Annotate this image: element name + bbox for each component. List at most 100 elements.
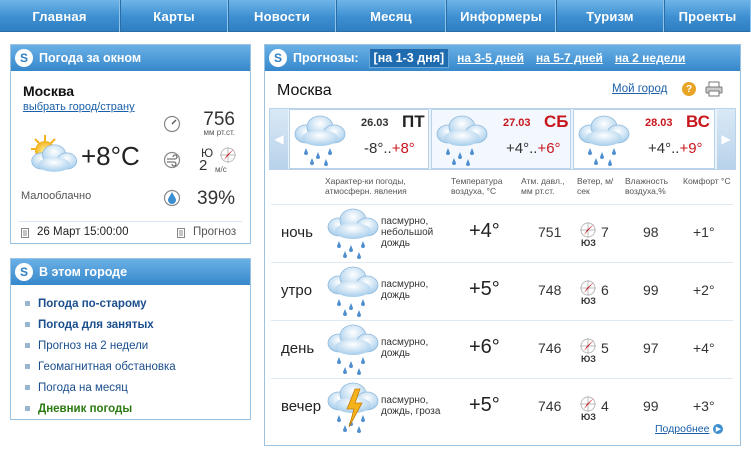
wind-direction-icon <box>579 279 597 297</box>
more-details[interactable]: Подробнее ▶ <box>655 423 724 435</box>
row-comfort: +4° <box>693 340 715 356</box>
city-links-list: Погода по-старому Погода для занятых Про… <box>11 285 250 419</box>
row-temperature: +5° <box>469 278 500 300</box>
header-pressure: Атм. давл., мм рт.ст. <box>521 176 565 196</box>
row-humidity: 99 <box>643 398 659 414</box>
city-info-title: В этом городе <box>39 265 128 279</box>
row-wind-speed: 4 <box>601 398 609 414</box>
nav-month[interactable]: Месяц <box>336 0 446 32</box>
carousel-prev-button[interactable]: ◀ <box>270 109 288 169</box>
day-temp-high: +9° <box>679 140 703 157</box>
day-temp-range: +4°..+6° <box>506 140 561 157</box>
day-temp-high: +6° <box>537 140 561 157</box>
day-temp-range: -8°..+8° <box>364 140 415 157</box>
current-city: Москва <box>23 83 75 99</box>
row-wind-direction: ЮЗ <box>581 238 596 248</box>
header-comfort: Комфорт °С <box>683 176 731 186</box>
wind-unit: м/с <box>215 165 227 174</box>
current-weather-header: S Погода за окном <box>11 45 250 71</box>
city-link-geomagnetic[interactable]: Геомагнитная обстановка <box>25 356 250 377</box>
forecast-tabs: [на 1-3 дня] на 3-5 дней на 5-7 дней на … <box>368 48 698 68</box>
nav-informers[interactable]: Информеры <box>446 0 556 32</box>
day-temp-low: +4° <box>506 140 530 157</box>
bullet-icon <box>25 301 30 306</box>
row-period: ночь <box>281 224 313 241</box>
city-info-header: S В этом городе <box>11 259 250 285</box>
logo-badge-icon: S <box>15 263 33 281</box>
current-description: Малооблачно <box>21 190 92 202</box>
rain-cloud-icon <box>436 115 488 166</box>
row-period: вечер <box>281 398 322 415</box>
bullet-icon <box>25 385 30 390</box>
row-temperature: +6° <box>469 336 500 358</box>
tab-2-weeks[interactable]: на 2 недели <box>615 51 685 65</box>
top-navigation: Главная Карты Новости Месяц Информеры Ту… <box>0 0 751 32</box>
rain-cloud-icon <box>327 266 379 317</box>
row-period: утро <box>281 282 313 299</box>
forecast-link[interactable]: Прогноз <box>193 226 236 238</box>
forecast-row-morning: утро пасмурно, дождь +5° 748 ЮЗ 6 99 +2° <box>271 262 733 318</box>
row-comfort: +2° <box>693 282 715 298</box>
city-link-label: Погода по-старому <box>38 297 147 310</box>
day-card-3[interactable]: 28.03 ВС +4°..+9° <box>573 109 715 169</box>
current-weather-panel: S Погода за окном Москва выбрать город/с… <box>10 44 251 244</box>
row-conditions: пасмурно, небольшой дождь <box>381 216 434 249</box>
document-icon <box>177 228 185 238</box>
city-link-diary[interactable]: Дневник погоды <box>25 398 250 419</box>
city-link-two-weeks[interactable]: Прогноз на 2 недели <box>25 335 250 356</box>
city-link-month[interactable]: Погода на месяц <box>25 377 250 398</box>
bullet-icon <box>25 406 30 411</box>
nav-news[interactable]: Новости <box>228 0 336 32</box>
day-date: 26.03 <box>361 117 389 129</box>
day-date: 27.03 <box>503 117 531 129</box>
tab-3-5-days[interactable]: на 3-5 дней <box>457 51 524 65</box>
day-card-2[interactable]: 27.03 СБ +4°..+6° <box>431 109 571 169</box>
header-humidity: Влажность воздуха,% <box>625 176 669 196</box>
help-icon[interactable]: ? <box>682 82 696 96</box>
forecast-title: Прогнозы: <box>293 51 359 65</box>
wind-direction-icon <box>579 337 597 355</box>
carousel-next-button[interactable]: ▶ <box>717 109 735 169</box>
city-link-label: Прогноз на 2 недели <box>38 339 149 352</box>
city-link-label: Дневник погоды <box>38 402 133 415</box>
row-humidity: 99 <box>643 282 659 298</box>
row-comfort: +3° <box>693 398 715 414</box>
nav-home[interactable]: Главная <box>0 0 120 32</box>
my-city-link[interactable]: Мой город <box>612 83 667 95</box>
wind-direction-icon <box>219 146 237 164</box>
city-link-label: Геомагнитная обстановка <box>38 360 176 373</box>
more-details-link[interactable]: Подробнее <box>655 423 709 435</box>
printer-icon[interactable] <box>705 81 723 97</box>
city-link-label: Погода для занятых <box>38 318 154 331</box>
row-comfort: +1° <box>693 224 715 240</box>
wind-direction-icon <box>579 395 597 413</box>
header-wind: Ветер, м/сек <box>577 176 614 196</box>
pressure-unit: мм рт.ст. <box>203 128 236 137</box>
current-weather-title: Погода за окном <box>39 51 142 65</box>
bullet-icon <box>25 364 30 369</box>
row-pressure: 746 <box>538 340 562 356</box>
row-wind-speed: 6 <box>601 282 609 298</box>
wind-icon <box>163 151 181 169</box>
day-date: 28.03 <box>645 117 673 129</box>
rain-cloud-icon <box>327 208 379 259</box>
choose-city-link[interactable]: выбрать город/страну <box>23 101 135 113</box>
nav-maps[interactable]: Карты <box>120 0 228 32</box>
forecast-table-header: Характер-ки погоды, атмосферн. явления Т… <box>271 176 733 202</box>
current-temperature: +8°C <box>81 141 140 171</box>
tab-5-7-days[interactable]: на 5-7 дней <box>536 51 603 65</box>
logo-badge-icon: S <box>269 49 287 67</box>
rain-cloud-icon <box>327 324 379 375</box>
tab-1-3-days[interactable]: [на 1-3 дня] <box>368 48 450 68</box>
calendar-icon <box>21 228 29 238</box>
row-wind-speed: 5 <box>601 340 609 356</box>
day-card-1[interactable]: 26.03 ПТ -8°..+8° <box>289 109 429 169</box>
current-humidity: 39% <box>197 188 236 209</box>
nav-tourism[interactable]: Туризм <box>556 0 664 32</box>
humidity-icon <box>163 189 181 207</box>
row-pressure: 746 <box>538 398 562 414</box>
nav-projects[interactable]: Проекты <box>664 0 751 32</box>
city-link-old-style[interactable]: Погода по-старому <box>25 293 250 314</box>
city-link-busy[interactable]: Погода для занятых <box>25 314 250 335</box>
row-conditions: пасмурно, дождь, гроза <box>381 395 441 417</box>
